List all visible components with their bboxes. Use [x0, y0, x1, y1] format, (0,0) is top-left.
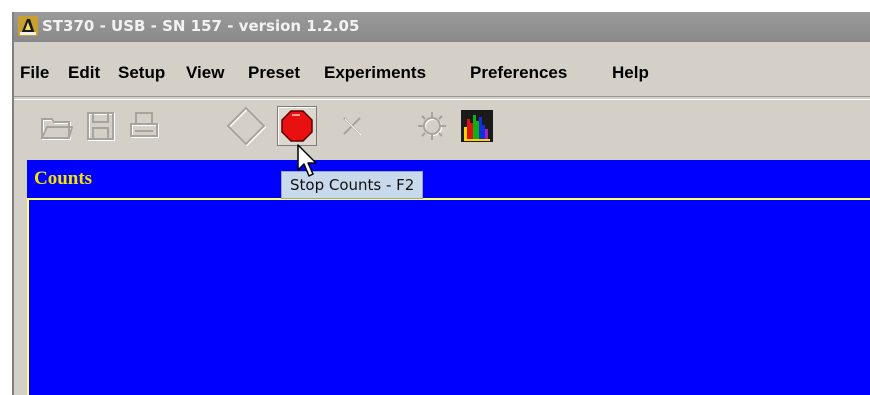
start-diamond-icon	[226, 106, 266, 146]
clear-x-icon	[343, 117, 362, 136]
panel-title: Counts	[34, 168, 93, 189]
print-icon	[130, 112, 159, 138]
print-button[interactable]	[124, 106, 164, 146]
menu-edit[interactable]: Edit	[68, 63, 100, 83]
menu-setup[interactable]: Setup	[118, 63, 165, 83]
start-counts-button[interactable]	[226, 106, 266, 146]
mouse-pointer-icon	[297, 144, 317, 177]
stop-counts-button[interactable]	[277, 106, 317, 146]
menu-view[interactable]: View	[186, 63, 224, 83]
open-folder-icon	[40, 118, 73, 140]
clear-button[interactable]	[332, 106, 372, 146]
counts-panel: Counts	[27, 160, 870, 395]
menu-preset[interactable]: Preset	[248, 63, 300, 83]
menu-preferences[interactable]: Preferences	[470, 63, 567, 83]
application-window: ST370 - USB - SN 157 - version 1.2.05 Fi…	[14, 12, 870, 395]
save-button[interactable]	[80, 106, 120, 146]
menu-file[interactable]: File	[20, 63, 49, 83]
stop-octagon-icon	[281, 110, 313, 142]
save-disk-icon	[87, 112, 115, 141]
menu-separator	[14, 96, 870, 100]
histogram-icon	[461, 110, 493, 142]
app-logo-icon	[18, 16, 38, 36]
menu-help[interactable]: Help	[612, 63, 649, 83]
window-title: ST370 - USB - SN 157 - version 1.2.05	[42, 17, 360, 35]
histogram-button[interactable]	[457, 106, 497, 146]
settings-gear-icon	[418, 112, 446, 140]
settings-button[interactable]	[412, 106, 452, 146]
toolbar	[14, 102, 870, 160]
open-button[interactable]	[36, 106, 76, 146]
counts-plot-area[interactable]	[27, 198, 870, 395]
menu-experiments[interactable]: Experiments	[324, 63, 426, 83]
menu-bar: File Edit Setup View Preset Experiments …	[14, 58, 870, 84]
title-bar[interactable]: ST370 - USB - SN 157 - version 1.2.05	[14, 12, 870, 42]
